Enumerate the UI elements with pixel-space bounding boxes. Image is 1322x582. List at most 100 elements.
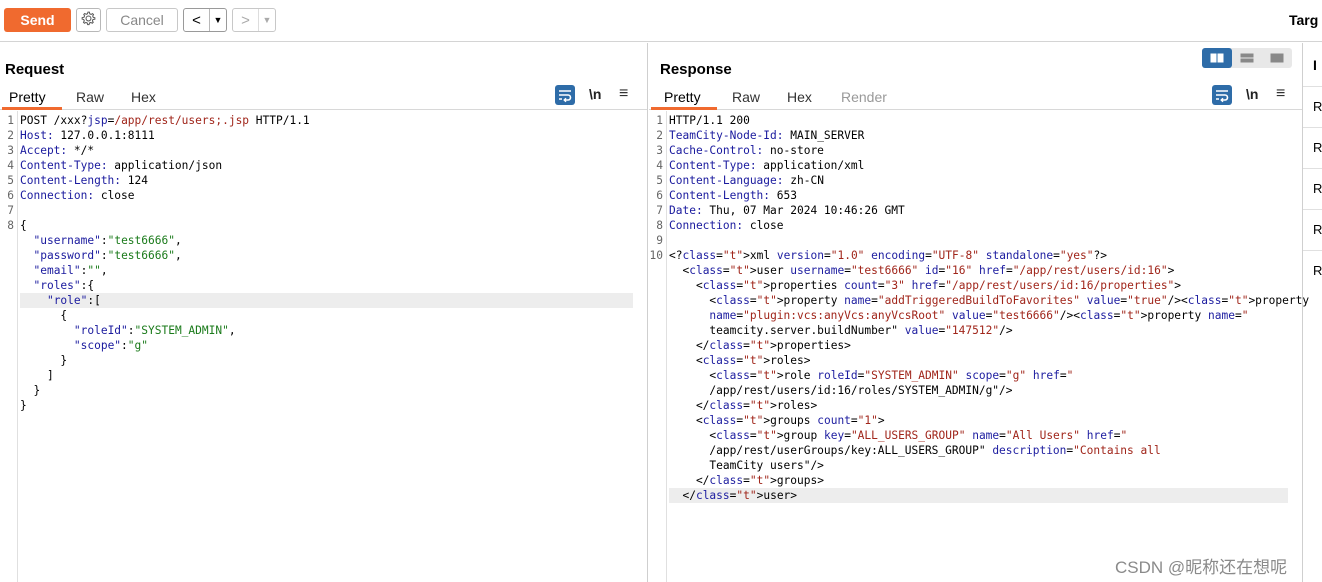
line-number: 3: [656, 144, 663, 157]
code-line: <class="t">groups count="1">: [649, 413, 1302, 428]
code-line: "username":"test6666",: [0, 233, 647, 248]
request-tab-raw[interactable]: Raw: [76, 89, 104, 105]
code-text: ]: [20, 369, 54, 382]
code-text: Accept: */*: [20, 144, 95, 157]
back-nav-group: < ▼: [183, 8, 227, 32]
code-text: }: [20, 354, 68, 367]
line-number: 2: [656, 129, 663, 142]
back-dropdown-icon[interactable]: ▼: [210, 9, 226, 31]
code-line: "email":"",: [0, 263, 647, 278]
code-text: Content-Language: zh-CN: [669, 174, 824, 187]
code-text: "role":[: [20, 293, 633, 308]
line-number: 8: [656, 219, 663, 232]
code-text: </class="t">groups>: [669, 474, 824, 487]
newline-toggle-button[interactable]: \n: [589, 86, 601, 102]
line-number: 1: [7, 114, 14, 127]
request-panel: Request Pretty Raw Hex \n ≡ 1 POST /xxx?j…: [0, 43, 648, 582]
code-text: }: [20, 384, 41, 397]
menu-icon[interactable]: ≡: [1276, 85, 1285, 103]
code-line: <class="t">user username="test6666" id="…: [649, 263, 1302, 278]
code-line: 9: [649, 233, 1302, 248]
gear-icon: [80, 10, 97, 30]
response-tab-pretty[interactable]: Pretty: [664, 89, 701, 105]
request-tab-pretty[interactable]: Pretty: [9, 89, 46, 105]
code-text: Host: 127.0.0.1:8111: [20, 129, 155, 142]
code-line: "password":"test6666",: [0, 248, 647, 263]
code-text: <class="t">group key="ALL_USERS_GROUP" n…: [669, 429, 1128, 442]
code-text: TeamCity-Node-Id: MAIN_SERVER: [669, 129, 865, 142]
line-number: 7: [656, 204, 663, 217]
code-text: POST /xxx?jsp=/app/rest/users;.jsp HTTP/…: [20, 114, 310, 127]
wrap-lines-button[interactable]: [1212, 85, 1232, 105]
forward-nav-group: > ▼: [232, 8, 276, 32]
code-text: Content-Length: 124: [20, 174, 148, 187]
menu-icon[interactable]: ≡: [619, 85, 628, 103]
response-tab-raw[interactable]: Raw: [732, 89, 760, 105]
response-editor[interactable]: 1 HTTP/1.1 200 2 TeamCity-Node-Id: MAIN_SER…: [649, 111, 1309, 582]
request-active-tab-underline: [2, 107, 62, 110]
code-line: </class="t">properties>: [649, 338, 1302, 353]
code-line: /app/rest/userGroups/key:ALL_USERS_GROUP…: [649, 443, 1302, 458]
send-button[interactable]: Send: [4, 8, 71, 32]
code-line: 5 Content-Language: zh-CN: [649, 173, 1302, 188]
watermark: CSDN @昵称还在想呢: [1115, 558, 1288, 577]
code-text: }: [20, 399, 27, 412]
line-number: 4: [7, 159, 14, 172]
inspector-row[interactable]: R: [1303, 250, 1322, 291]
wrap-icon: [1216, 90, 1229, 103]
line-number: 4: [656, 159, 663, 172]
code-text: {: [20, 309, 68, 322]
code-text: Content-Type: application/xml: [669, 159, 865, 172]
code-text: /app/rest/userGroups/key:ALL_USERS_GROUP…: [669, 444, 1161, 457]
code-text: <class="t">groups count="1">: [669, 414, 885, 427]
target-label[interactable]: Targ: [1289, 12, 1318, 28]
response-active-tab-underline: [651, 107, 717, 110]
line-number: 6: [7, 189, 14, 202]
line-number: 7: [7, 204, 14, 217]
layout-side-by-side-button[interactable]: [1202, 48, 1232, 68]
code-text: <class="t">role roleId="SYSTEM_ADMIN" sc…: [669, 369, 1074, 382]
inspector-title[interactable]: I: [1313, 57, 1317, 73]
code-line: ]: [0, 368, 647, 383]
code-text: "username":"test6666",: [33, 234, 182, 247]
newline-toggle-button[interactable]: \n: [1246, 86, 1258, 102]
code-line: 1 POST /xxx?jsp=/app/rest/users;.jsp HTTP…: [0, 113, 647, 128]
code-line: 10 <?class="t">xml version="1.0" encoding…: [649, 248, 1302, 263]
line-number: 6: [656, 189, 663, 202]
code-line: 2 TeamCity-Node-Id: MAIN_SERVER: [649, 128, 1302, 143]
code-line: 3 Accept: */*: [0, 143, 647, 158]
response-tab-render[interactable]: Render: [841, 89, 887, 105]
wrap-lines-button[interactable]: [555, 85, 575, 105]
inspector-row[interactable]: R: [1303, 127, 1322, 168]
code-line: 4 Content-Type: application/json: [0, 158, 647, 173]
settings-button[interactable]: [76, 8, 101, 32]
back-button[interactable]: <: [184, 9, 210, 31]
forward-dropdown-icon[interactable]: ▼: [259, 9, 275, 31]
cancel-button[interactable]: Cancel: [106, 8, 178, 32]
request-editor[interactable]: 1 POST /xxx?jsp=/app/rest/users;.jsp HTTP…: [0, 111, 647, 582]
code-line: <class="t">group key="ALL_USERS_GROUP" n…: [649, 428, 1302, 443]
inspector-row[interactable]: R: [1303, 168, 1322, 209]
code-line: 8{: [0, 218, 647, 233]
layout-stacked-button[interactable]: [1232, 48, 1262, 68]
code-line: name="plugin:vcs:anyVcs:anyVcsRoot" valu…: [649, 308, 1302, 323]
response-tabs: Pretty Raw Hex Render: [649, 85, 1302, 110]
inspector-row[interactable]: R: [1303, 86, 1322, 127]
code-line: 4 Content-Type: application/xml: [649, 158, 1302, 173]
code-text: "roles":{: [33, 279, 95, 292]
forward-button[interactable]: >: [233, 9, 259, 31]
code-text: {: [20, 219, 27, 232]
request-tab-hex[interactable]: Hex: [131, 89, 156, 105]
code-line: }: [0, 398, 647, 413]
line-number: 10: [649, 249, 663, 262]
code-text: <?class="t">xml version="1.0" encoding="…: [669, 249, 1107, 262]
response-tab-hex[interactable]: Hex: [787, 89, 812, 105]
code-text: <class="t">properties count="3" href="/a…: [669, 279, 1182, 292]
inspector-row[interactable]: R: [1303, 209, 1322, 250]
code-line: </class="t">groups>: [649, 473, 1302, 488]
layout-single-button[interactable]: [1262, 48, 1292, 68]
code-line: TeamCity users"/>: [649, 458, 1302, 473]
request-title: Request: [5, 61, 65, 78]
line-number: 3: [7, 144, 14, 157]
